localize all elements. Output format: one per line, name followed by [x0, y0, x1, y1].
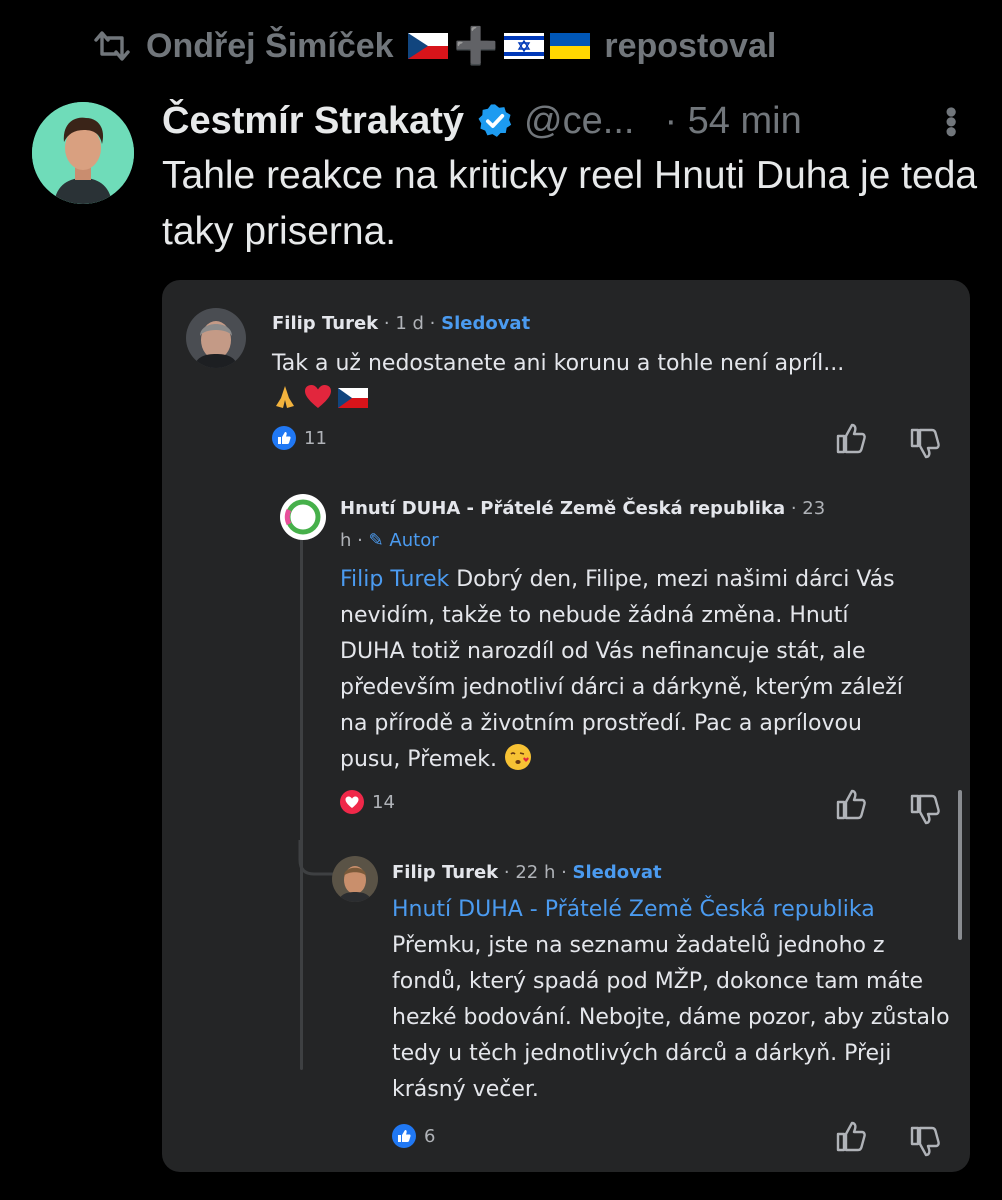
- comment3-author: Filip Turek: [392, 862, 499, 883]
- dislike-icon[interactable]: [908, 1124, 942, 1158]
- comment2-author-badge: Autor: [389, 530, 439, 551]
- like-icon[interactable]: [834, 788, 868, 822]
- comment1-age: · 1 d ·: [383, 313, 436, 334]
- profile-flags: ➕: [407, 25, 591, 67]
- comment3-reactions[interactable]: 6: [392, 1124, 435, 1148]
- comment2-author: Hnutí DUHA - Přátelé Země Česká republik…: [340, 498, 786, 519]
- praying-hands-icon: [276, 386, 294, 408]
- comment1-author: Filip Turek: [272, 313, 379, 334]
- repost-icon: [94, 31, 130, 61]
- comment1-reactions[interactable]: 11: [272, 426, 327, 450]
- comment3-mention: Hnutí DUHA - Přátelé Země Česká republik…: [392, 897, 875, 922]
- comment2-body: Dobrý den, Filipe, mezi našimi dárci Vás…: [340, 567, 903, 772]
- comment3-follow: Sledovat: [572, 862, 662, 883]
- comment1-reaction-count: 11: [304, 427, 327, 449]
- author-name[interactable]: Čestmír Strakatý: [162, 100, 464, 143]
- like-icon[interactable]: [834, 422, 868, 456]
- more-icon[interactable]: •••: [931, 106, 970, 136]
- heart-icon: [340, 790, 364, 814]
- comment2-meta: Hnutí DUHA - Přátelé Země Česká republik…: [340, 498, 825, 519]
- ukraine-flag-icon: [550, 33, 591, 59]
- verified-icon: [478, 104, 512, 137]
- czech-flag-emoji-icon: [338, 388, 368, 408]
- plus-icon: ➕: [453, 25, 499, 66]
- czech-flag-icon: [407, 33, 448, 59]
- comment2-reaction-count: 14: [372, 791, 395, 813]
- comment1-emojis: [272, 384, 368, 410]
- comment2-mention: Filip Turek: [340, 567, 450, 592]
- filip-turek-avatar-small: [332, 856, 378, 902]
- comment3-text: Hnutí DUHA - Přátelé Země Česká republik…: [392, 892, 952, 1108]
- israel-flag-icon: [504, 33, 545, 59]
- comment3-reaction-count: 6: [424, 1125, 436, 1147]
- filip-turek-avatar: [186, 308, 246, 368]
- tweet-text: Tahle reakce na kriticky reel Hnuti Duha…: [162, 154, 978, 253]
- hnuti-duha-avatar: [280, 494, 326, 540]
- repost-label: repostoval: [604, 26, 777, 65]
- tweet-header: Čestmír Strakatý @ce... · 54 min •••: [162, 96, 982, 146]
- author-handle[interactable]: @ce...: [524, 100, 634, 143]
- comment3-meta: Filip Turek · 22 h · Sledovat: [392, 862, 662, 883]
- red-heart-icon: [305, 385, 331, 408]
- comment3-age: · 22 h ·: [503, 862, 567, 883]
- author-avatar[interactable]: [32, 102, 134, 204]
- repost-user[interactable]: Ondřej Šimíček: [146, 27, 394, 66]
- attached-image[interactable]: Filip Turek · 1 d · Sledovat Tak a už ne…: [162, 280, 970, 1172]
- comment1-follow: Sledovat: [441, 313, 531, 334]
- comment1-text: Tak a už nedostanete ani korunu a tohle …: [272, 351, 845, 376]
- kiss-emoji-icon: [504, 744, 531, 770]
- comment2-text: Filip Turek Dobrý den, Filipe, mezi naši…: [340, 562, 920, 778]
- repost-context[interactable]: Ondřej Šimíček ➕ repostoval: [92, 24, 776, 68]
- comment3-body: Přemku, jste na seznamu žadatelů jednoho…: [392, 933, 950, 1102]
- dislike-icon[interactable]: [908, 792, 942, 826]
- dislike-icon[interactable]: [908, 426, 942, 460]
- like-reaction-icon: [392, 1124, 416, 1148]
- like-icon[interactable]: [834, 1120, 868, 1154]
- comment1-meta: Filip Turek · 1 d · Sledovat: [272, 313, 530, 334]
- scrollbar[interactable]: [958, 790, 962, 940]
- comment2-age-unit: h ·: [340, 530, 363, 551]
- comment2-age: · 23: [790, 498, 826, 519]
- comment2-reactions[interactable]: 14: [340, 790, 395, 814]
- thread-line: [300, 530, 303, 1070]
- like-reaction-icon: [272, 426, 296, 450]
- tweet-time[interactable]: · 54 min: [664, 100, 801, 143]
- pencil-icon: ✎: [368, 530, 384, 551]
- comment2-meta-line2: h · ✎ Autor: [340, 530, 439, 551]
